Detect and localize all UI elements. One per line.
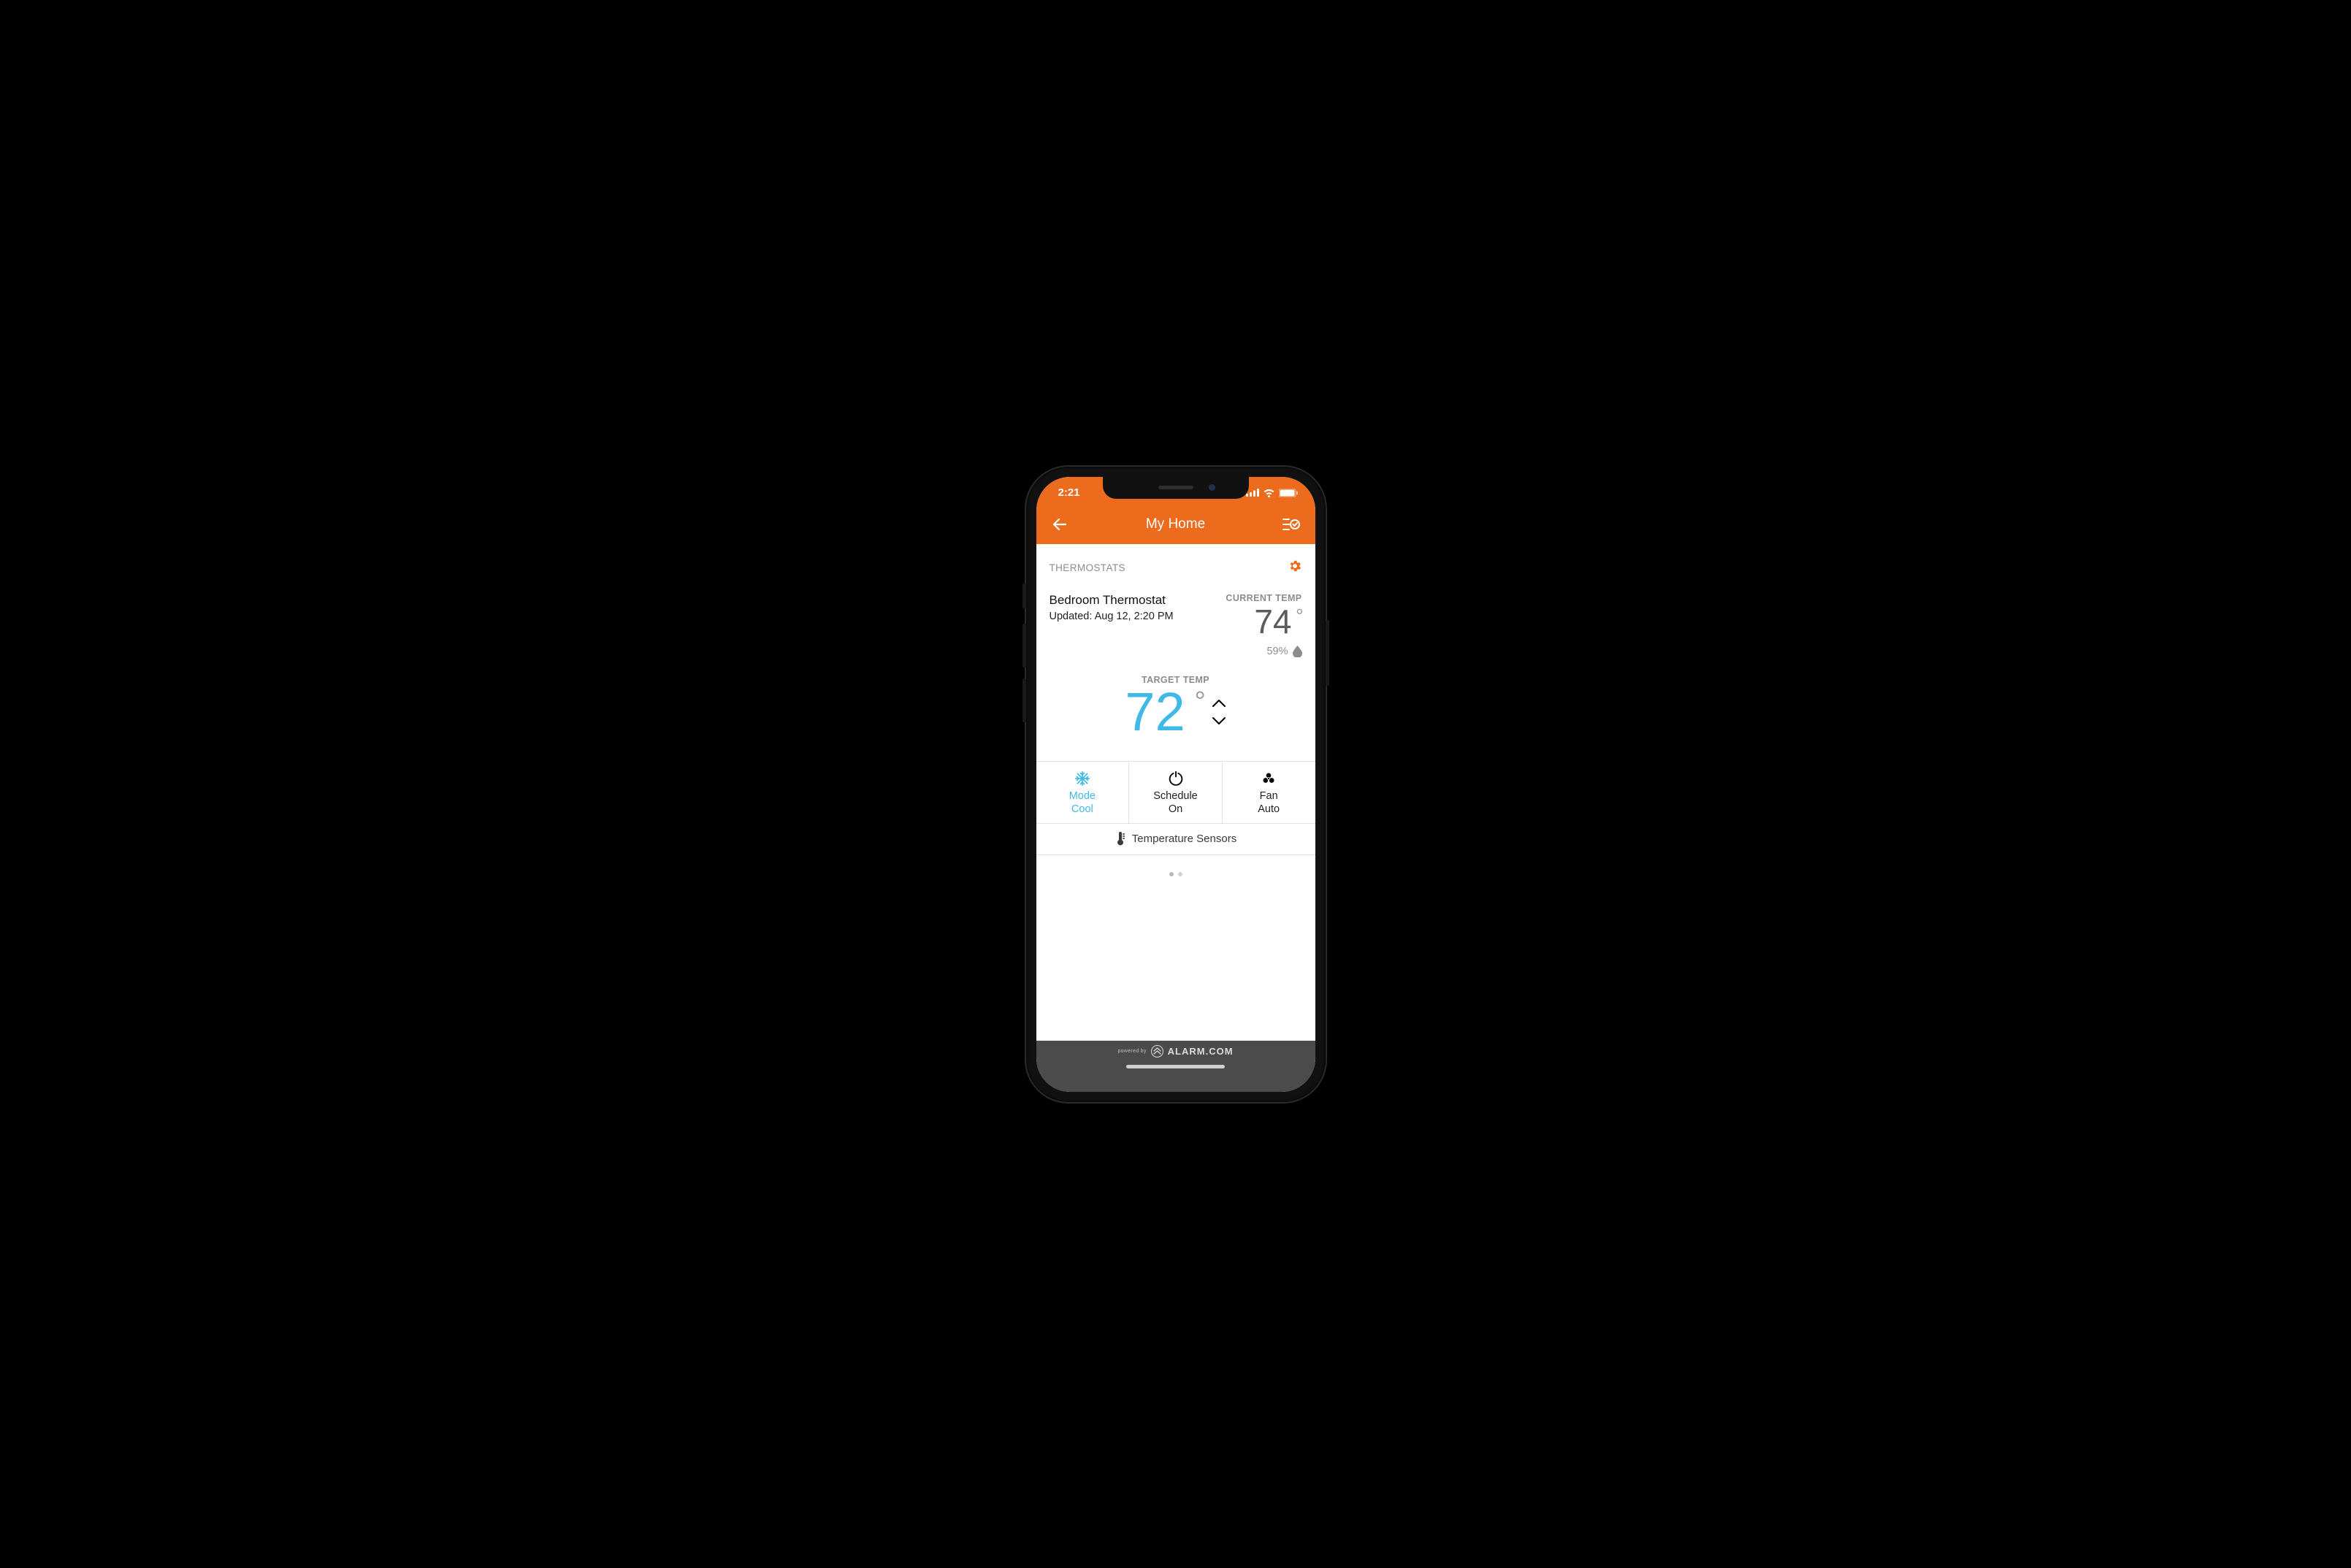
phone-frame: 2:21 My Home THERMOSTATS <box>1026 467 1326 1102</box>
temp-up-button[interactable] <box>1212 699 1226 708</box>
page-title: My Home <box>1146 516 1205 532</box>
back-button[interactable] <box>1050 516 1070 533</box>
control-grid: Mode Cool Schedule On Fan Auto <box>1036 761 1315 824</box>
humidity-value: 59% <box>1266 646 1288 657</box>
target-temp-block: TARGET TEMP 72° <box>1036 675 1315 739</box>
powered-by-label: powered by <box>1117 1049 1146 1054</box>
chevron-down-icon <box>1212 716 1226 725</box>
page-dot <box>1178 872 1182 876</box>
target-temp-value: 72° <box>1125 685 1204 739</box>
settings-button[interactable] <box>1288 559 1302 577</box>
current-temp-value: 74° <box>1226 605 1301 638</box>
volume-down-hw <box>1022 678 1026 722</box>
status-time: 2:21 <box>1058 486 1080 499</box>
page-indicator <box>1036 855 1315 892</box>
fan-icon <box>1261 771 1276 786</box>
sensors-label: Temperature Sensors <box>1132 833 1236 845</box>
checklist-icon <box>1282 516 1300 532</box>
page-dot-active <box>1169 872 1174 876</box>
fan-line2: Auto <box>1226 803 1312 816</box>
mode-line2: Cool <box>1039 803 1126 816</box>
footer-brand: powered by ALARM.COM <box>1117 1045 1233 1058</box>
mode-button[interactable]: Mode Cool <box>1036 762 1129 823</box>
device-name: Bedroom Thermostat <box>1050 593 1174 608</box>
device-updated: Updated: Aug 12, 2:20 PM <box>1050 611 1174 622</box>
section-label: THERMOSTATS <box>1050 562 1125 573</box>
power-button-hw <box>1326 620 1329 686</box>
thermometer-icon <box>1115 832 1125 846</box>
device-row: Bedroom Thermostat Updated: Aug 12, 2:20… <box>1036 583 1315 657</box>
fan-button[interactable]: Fan Auto <box>1222 762 1315 823</box>
mute-switch-hw <box>1022 584 1026 608</box>
droplet-icon <box>1293 646 1302 657</box>
schedule-button[interactable]: Schedule On <box>1128 762 1222 823</box>
current-temp-label: CURRENT TEMP <box>1226 593 1301 603</box>
screen: 2:21 My Home THERMOSTATS <box>1036 477 1315 1092</box>
wifi-icon <box>1263 489 1275 497</box>
fan-line1: Fan <box>1226 789 1312 803</box>
target-temp-stepper <box>1212 699 1226 725</box>
notch <box>1103 477 1249 499</box>
power-cycle-icon <box>1169 771 1183 786</box>
chevron-up-icon <box>1212 699 1226 708</box>
section-header: THERMOSTATS <box>1036 544 1315 583</box>
alarm-logo-icon <box>1151 1045 1163 1058</box>
schedule-nav-button[interactable] <box>1281 516 1301 532</box>
footer: powered by ALARM.COM <box>1036 1041 1315 1092</box>
snowflake-icon <box>1075 771 1090 786</box>
device-info: Bedroom Thermostat Updated: Aug 12, 2:20… <box>1050 593 1174 657</box>
nav-bar: My Home <box>1036 509 1315 544</box>
content: THERMOSTATS Bedroom Thermostat Updated: … <box>1036 544 1315 1041</box>
degree-symbol: ° <box>1296 606 1303 625</box>
temp-down-button[interactable] <box>1212 716 1226 725</box>
brand-name: ALARM.COM <box>1168 1046 1234 1057</box>
status-indicators <box>1246 489 1298 497</box>
schedule-line2: On <box>1132 803 1219 816</box>
degree-symbol: ° <box>1194 688 1205 716</box>
current-temp-block: CURRENT TEMP 74° 59% <box>1226 593 1301 657</box>
humidity: 59% <box>1226 646 1301 657</box>
volume-up-hw <box>1022 624 1026 668</box>
arrow-left-icon <box>1051 516 1069 533</box>
temperature-sensors-button[interactable]: Temperature Sensors <box>1036 824 1315 855</box>
mode-line1: Mode <box>1039 789 1126 803</box>
gear-icon <box>1288 559 1302 573</box>
battery-icon <box>1279 489 1298 497</box>
schedule-line1: Schedule <box>1132 789 1219 803</box>
home-indicator[interactable] <box>1126 1065 1225 1068</box>
